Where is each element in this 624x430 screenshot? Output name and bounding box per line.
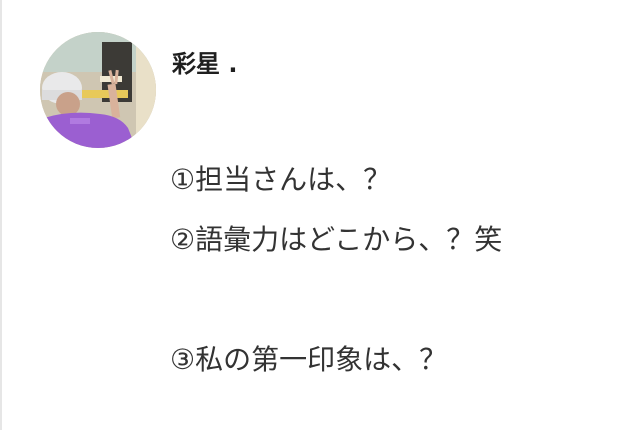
avatar[interactable]	[40, 32, 156, 148]
post-card: 彩星 . ①担当さんは、？ ②語彙力はどこから、？笑 ③私の第一印象は、？	[0, 0, 624, 430]
question-line-2: ②語彙力はどこから、？笑	[170, 223, 503, 256]
username[interactable]: 彩星 .	[172, 44, 237, 79]
question-line-1: ①担当さんは、？	[170, 163, 392, 196]
user-photo-avatar-icon	[40, 32, 156, 148]
post-body: ①担当さんは、？ ②語彙力はどこから、？笑 ③私の第一印象は、？	[170, 150, 610, 390]
question-line-3: ③私の第一印象は、？	[170, 343, 448, 376]
